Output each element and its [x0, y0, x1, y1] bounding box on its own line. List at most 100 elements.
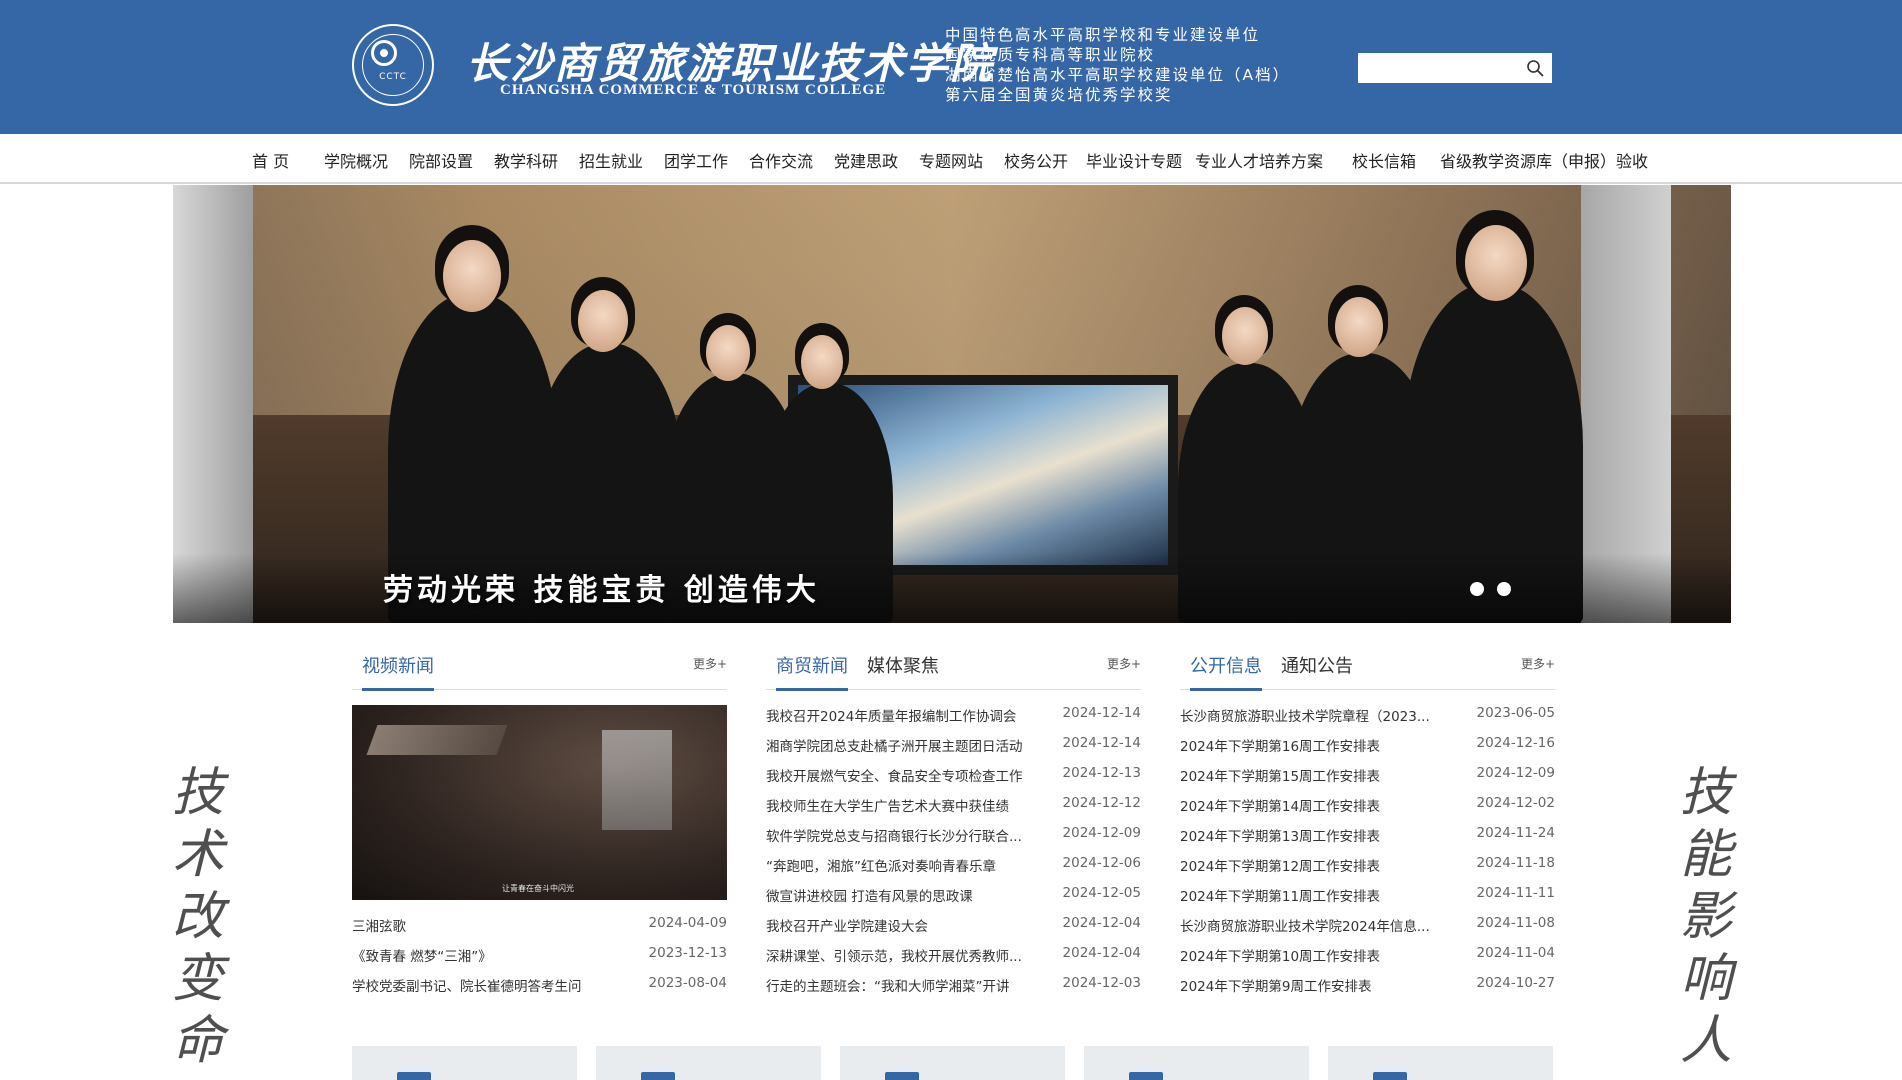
list-item[interactable]: 行走的主题班会：“我和大师学湘菜”开讲 2024-12-03 [766, 975, 1141, 1005]
nav-item-president-mailbox[interactable]: 校长信箱 [1352, 148, 1416, 172]
side-char: 响 [1679, 949, 1732, 1009]
list-item[interactable]: 微宣讲进校园 打造有风景的思政课 2024-12-05 [766, 885, 1141, 915]
news-title[interactable]: 2024年下学期第10周工作安排表 [1180, 945, 1455, 965]
news-title[interactable]: 2024年下学期第16周工作安排表 [1180, 735, 1455, 755]
video-scene-detail [366, 725, 508, 755]
video-news-panel: 视频新闻 更多+ 让青春在奋斗中闪光 三湘弦歌 2024-04-09 《致青春 燃… [352, 645, 727, 995]
commerce-news-panel: 商贸新闻 媒体聚焦 更多+ 我校召开2024年质量年报编制工作协调会 2024-1… [766, 645, 1141, 995]
nav-item-about[interactable]: 学院概况 [324, 148, 388, 172]
banner-person-face [706, 325, 750, 381]
search-box [1358, 53, 1552, 83]
nav-item-topic-sites[interactable]: 专题网站 [919, 148, 983, 172]
news-title[interactable]: 长沙商贸旅游职业技术学院章程（2023... [1180, 705, 1455, 725]
news-date: 2023-08-04 [648, 975, 727, 991]
tab-public-info[interactable]: 公开信息 [1190, 652, 1262, 691]
more-link[interactable]: 更多+ [693, 655, 727, 672]
list-item[interactable]: “奔跑吧，湘旅”红色派对奏响青春乐章 2024-12-06 [766, 855, 1141, 885]
tab-video-news[interactable]: 视频新闻 [362, 652, 434, 691]
tab-media-focus[interactable]: 媒体聚焦 [867, 652, 939, 688]
news-title[interactable]: 我校师生在大学生广告艺术大赛中获佳绩 [766, 795, 1041, 815]
news-title[interactable]: 长沙商贸旅游职业技术学院2024年信息... [1180, 915, 1455, 935]
slide-dot-1[interactable] [1470, 582, 1484, 596]
list-item[interactable]: 2024年下学期第13周工作安排表 2024-11-24 [1180, 825, 1555, 855]
side-char: 影 [1679, 887, 1732, 947]
list-item[interactable]: 长沙商贸旅游职业技术学院章程（2023... 2023-06-05 [1180, 705, 1555, 735]
news-title[interactable]: 2024年下学期第9周工作安排表 [1180, 975, 1455, 995]
news-title[interactable]: 三湘弦歌 [352, 915, 627, 935]
nav-item-party-building[interactable]: 党建思政 [834, 148, 898, 172]
news-date: 2024-12-04 [1062, 915, 1141, 931]
quick-link-card[interactable] [1328, 1046, 1553, 1080]
quick-link-card[interactable] [352, 1046, 577, 1080]
news-title[interactable]: 微宣讲进校园 打造有风景的思政课 [766, 885, 1041, 905]
list-item[interactable]: 三湘弦歌 2024-04-09 [352, 915, 727, 945]
side-char: 能 [1679, 825, 1732, 885]
nav-item-teaching-research[interactable]: 教学科研 [494, 148, 558, 172]
news-title[interactable]: 2024年下学期第11周工作安排表 [1180, 885, 1455, 905]
news-title[interactable]: 《致青春 燃梦“三湘”》 [352, 945, 627, 965]
list-item[interactable]: 学校党委副书记、院长崔德明答考生问 2023-08-04 [352, 975, 727, 1005]
news-date: 2024-11-11 [1476, 885, 1555, 901]
news-title[interactable]: 2024年下学期第14周工作安排表 [1180, 795, 1455, 815]
list-item[interactable]: 2024年下学期第16周工作安排表 2024-12-16 [1180, 735, 1555, 765]
news-title[interactable]: 我校开展燃气安全、食品安全专项检查工作 [766, 765, 1041, 785]
news-title[interactable]: 学校党委副书记、院长崔德明答考生问 [352, 975, 627, 995]
list-item[interactable]: 软件学院党总支与招商银行长沙分行联合... 2024-12-09 [766, 825, 1141, 855]
side-char: 变 [171, 949, 224, 1009]
nav-item-graduation-design[interactable]: 毕业设计专题 [1086, 148, 1182, 172]
list-item[interactable]: 我校召开2024年质量年报编制工作协调会 2024-12-14 [766, 705, 1141, 735]
quick-link-card[interactable] [840, 1046, 1065, 1080]
list-item[interactable]: 长沙商贸旅游职业技术学院2024年信息... 2024-11-08 [1180, 915, 1555, 945]
list-item[interactable]: 湘商学院团总支赴橘子洲开展主题团日活动 2024-12-14 [766, 735, 1141, 765]
nav-item-training-program[interactable]: 专业人才培养方案 [1195, 148, 1323, 172]
list-item[interactable]: 2024年下学期第9周工作安排表 2024-10-27 [1180, 975, 1555, 1005]
quick-link-card[interactable] [1084, 1046, 1309, 1080]
calendar-icon [885, 1072, 919, 1080]
news-title[interactable]: 2024年下学期第13周工作安排表 [1180, 825, 1455, 845]
news-title[interactable]: 我校召开2024年质量年报编制工作协调会 [766, 705, 1041, 725]
news-title[interactable]: 湘商学院团总支赴橘子洲开展主题团日活动 [766, 735, 1041, 755]
list-item[interactable]: 我校召开产业学院建设大会 2024-12-04 [766, 915, 1141, 945]
search-icon[interactable] [1526, 59, 1544, 77]
news-date: 2024-12-09 [1476, 765, 1555, 781]
hero-banner[interactable]: 劳动光荣 技能宝贵 创造伟大 [173, 185, 1731, 623]
nav-item-departments[interactable]: 院部设置 [409, 148, 473, 172]
news-title[interactable]: 软件学院党总支与招商银行长沙分行联合... [766, 825, 1041, 845]
more-link[interactable]: 更多+ [1107, 655, 1141, 672]
list-item[interactable]: 《致青春 燃梦“三湘”》 2023-12-13 [352, 945, 727, 975]
news-title[interactable]: 2024年下学期第12周工作安排表 [1180, 855, 1455, 875]
list-item[interactable]: 我校师生在大学生广告艺术大赛中获佳绩 2024-12-12 [766, 795, 1141, 825]
nav-item-cooperation[interactable]: 合作交流 [749, 148, 813, 172]
nav-item-resource-library[interactable]: 省级教学资源库（申报）验收 [1440, 148, 1648, 172]
news-date: 2024-12-02 [1476, 795, 1555, 811]
news-title[interactable]: “奔跑吧，湘旅”红色派对奏响青春乐章 [766, 855, 1041, 875]
list-item[interactable]: 深耕课堂、引领示范，我校开展优秀教师... 2024-12-04 [766, 945, 1141, 975]
nav-item-home[interactable]: 首 页 [252, 148, 289, 172]
list-item[interactable]: 2024年下学期第11周工作安排表 2024-11-11 [1180, 885, 1555, 915]
news-date: 2024-12-06 [1062, 855, 1141, 871]
news-title[interactable]: 我校召开产业学院建设大会 [766, 915, 1041, 935]
list-item[interactable]: 我校开展燃气安全、食品安全专项检查工作 2024-12-13 [766, 765, 1141, 795]
news-title[interactable]: 行走的主题班会：“我和大师学湘菜”开讲 [766, 975, 1041, 995]
nav-item-student-work[interactable]: 团学工作 [664, 148, 728, 172]
list-item[interactable]: 2024年下学期第15周工作安排表 2024-12-09 [1180, 765, 1555, 795]
news-title[interactable]: 2024年下学期第15周工作安排表 [1180, 765, 1455, 785]
more-link[interactable]: 更多+ [1521, 655, 1555, 672]
news-date: 2024-12-13 [1062, 765, 1141, 781]
college-logo[interactable]: CCTC [352, 24, 434, 106]
list-item[interactable]: 2024年下学期第12周工作安排表 2024-11-18 [1180, 855, 1555, 885]
quick-link-card[interactable] [596, 1046, 821, 1080]
news-title[interactable]: 深耕课堂、引领示范，我校开展优秀教师... [766, 945, 1041, 965]
list-item[interactable]: 2024年下学期第10周工作安排表 2024-11-04 [1180, 945, 1555, 975]
side-char: 人 [1679, 1011, 1732, 1071]
tab-notices[interactable]: 通知公告 [1281, 652, 1353, 688]
list-item[interactable]: 2024年下学期第14周工作安排表 2024-12-02 [1180, 795, 1555, 825]
nav-item-affairs-disclosure[interactable]: 校务公开 [1004, 148, 1068, 172]
video-thumbnail[interactable]: 让青春在奋斗中闪光 [352, 705, 727, 900]
tab-commerce-news[interactable]: 商贸新闻 [776, 652, 848, 691]
slide-dot-2[interactable] [1497, 582, 1511, 596]
book-icon [397, 1072, 431, 1080]
nav-item-admission-employment[interactable]: 招生就业 [579, 148, 643, 172]
search-input[interactable] [1358, 53, 1518, 83]
news-date: 2024-11-04 [1476, 945, 1555, 961]
